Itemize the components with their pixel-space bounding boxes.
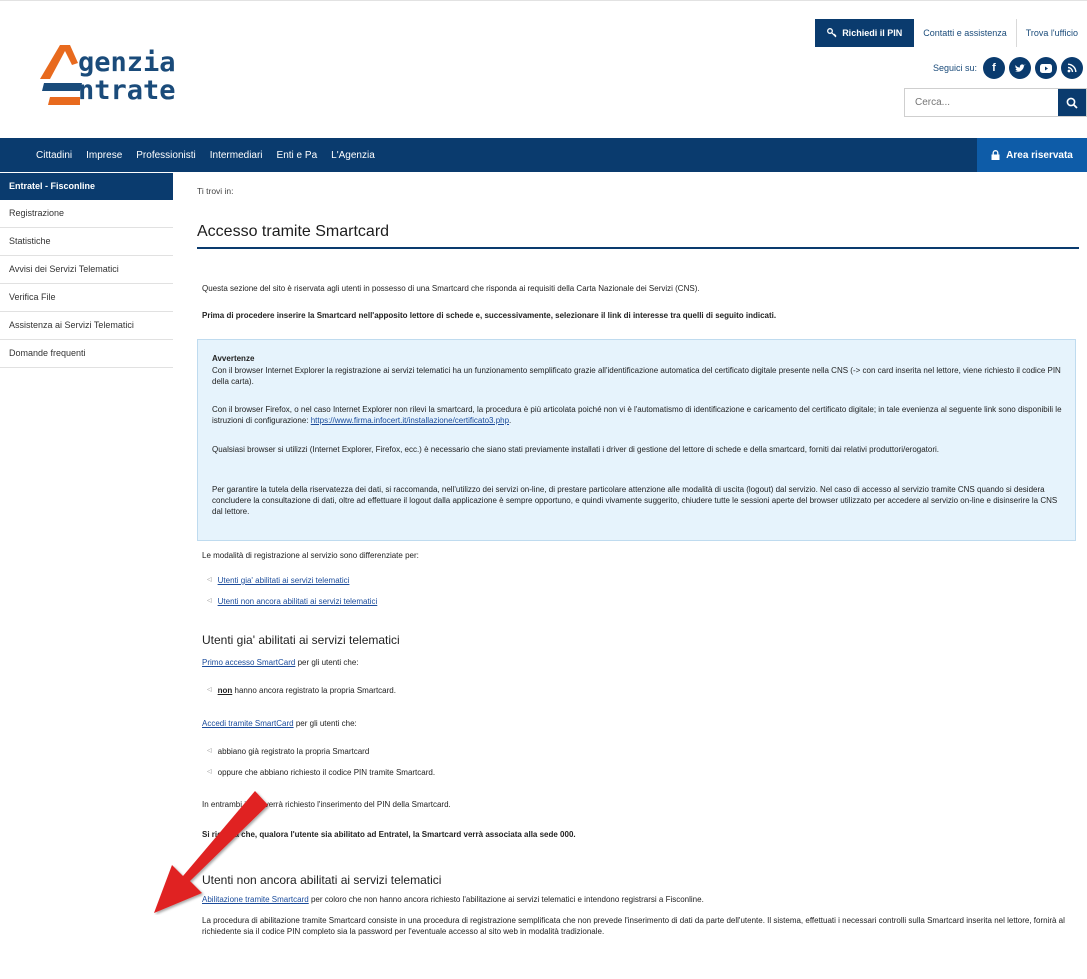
- nav-item-professionisti[interactable]: Professionisti: [136, 150, 195, 161]
- nav-item-agenzia[interactable]: L'Agenzia: [331, 150, 375, 161]
- abilitazione-line: Abilitazione tramite Smartcard per color…: [202, 894, 704, 905]
- agenzia-entrate-logo[interactable]: genzia ntrate: [36, 39, 206, 109]
- page-title: Accesso tramite Smartcard: [197, 223, 390, 240]
- bullet-arrow-icon: ◁: [207, 748, 212, 754]
- warning-paragraph-firefox: Con il browser Firefox, o nel caso Inter…: [212, 405, 1062, 425]
- sidebar-title[interactable]: Entratel - Fisconline: [0, 173, 173, 200]
- certificate-config-link[interactable]: https://www.firma.infocert.it/installazi…: [311, 416, 509, 425]
- sidebar-item-statistiche[interactable]: Statistiche: [0, 228, 173, 256]
- warning-paragraph-logout: Per garantire la tutela della riservatez…: [212, 485, 1058, 516]
- search-box: [904, 88, 1087, 117]
- sidebar-item-avvisi[interactable]: Avvisi dei Servizi Telematici: [0, 256, 173, 284]
- bullet-arrow-icon: ◁: [207, 598, 212, 604]
- nav-item-intermediari[interactable]: Intermediari: [210, 150, 263, 161]
- request-pin-label: Richiedi il PIN: [842, 28, 903, 38]
- lock-icon: [991, 150, 1000, 160]
- page-frame: genzia ntrate Richiedi il PIN Contatti e…: [0, 0, 1087, 979]
- nav-item-cittadini[interactable]: Cittadini: [36, 150, 72, 161]
- twitter-icon[interactable]: [1009, 57, 1031, 79]
- warning-paragraph-ie: Con il browser Internet Explorer la regi…: [212, 366, 1061, 386]
- sidebar-item-verifica-file[interactable]: Verifica File: [0, 284, 173, 312]
- primo-accesso-link[interactable]: Primo accesso SmartCard: [202, 658, 295, 667]
- link-utenti-non-abilitati[interactable]: Utenti non ancora abilitati ai servizi t…: [218, 596, 378, 607]
- warning-paragraph-drivers: Qualsiasi browser si utilizzi (Internet …: [212, 445, 939, 454]
- list-item: ◁ Utenti non ancora abilitati ai servizi…: [207, 596, 377, 607]
- find-office-link[interactable]: Trova l'ufficio: [1016, 19, 1087, 47]
- link-utenti-abilitati[interactable]: Utenti gia' abilitati ai servizi telemat…: [218, 575, 350, 586]
- list-item: ◁ abbiano già registrato la propria Smar…: [207, 746, 369, 757]
- non-bold-word: non: [217, 686, 233, 695]
- request-pin-button[interactable]: Richiedi il PIN: [815, 19, 915, 47]
- modes-intro: Le modalità di registrazione al servizio…: [202, 551, 419, 560]
- bullet-text: oppure che abbiano richiesto il codice P…: [217, 768, 436, 777]
- abilitazione-suffix: per coloro che non hanno ancora richiest…: [310, 895, 704, 904]
- section1-title: Utenti gia' abilitati ai servizi telemat…: [202, 633, 400, 647]
- breadcrumb: Ti trovi in:: [197, 186, 234, 196]
- youtube-icon[interactable]: [1035, 57, 1057, 79]
- top-links: Richiedi il PIN Contatti e assistenza Tr…: [815, 19, 1087, 47]
- nav-item-enti-pa[interactable]: Enti e Pa: [277, 150, 318, 161]
- rss-icon[interactable]: [1061, 57, 1083, 79]
- sidebar-item-domande-frequenti[interactable]: Domande frequenti: [0, 340, 173, 368]
- social-label: Seguici su:: [932, 63, 977, 73]
- logo-text-line1: genzia: [78, 47, 176, 78]
- sidebar-item-assistenza[interactable]: Assistenza ai Servizi Telematici: [0, 312, 173, 340]
- bullet-text: abbiano già registrato la propria Smartc…: [217, 747, 370, 756]
- main-nav: Cittadini Imprese Professionisti Interme…: [0, 138, 1087, 172]
- area-riservata-button[interactable]: Area riservata: [977, 138, 1087, 172]
- bullet-arrow-icon: ◁: [207, 577, 212, 583]
- accedi-smartcard-link[interactable]: Accedi tramite SmartCard: [202, 719, 294, 728]
- accedi-suffix: per gli utenti che:: [295, 719, 357, 728]
- intro-instructions: Prima di procedere inserire la Smartcard…: [202, 311, 777, 320]
- accedi-line: Accedi tramite SmartCard per gli utenti …: [202, 718, 357, 729]
- first-bullet-text: hanno ancora registrato la propria Smart…: [234, 686, 396, 695]
- facebook-icon[interactable]: f: [983, 57, 1005, 79]
- warning-box: Avvertenze Con il browser Internet Explo…: [197, 339, 1076, 541]
- list-item: ◁ Utenti gia' abilitati ai servizi telem…: [207, 575, 349, 586]
- intro-text: Questa sezione del sito è riservata agli…: [202, 284, 700, 293]
- search-input[interactable]: [905, 89, 1058, 116]
- primo-accesso-suffix: per gli utenti che:: [297, 658, 359, 667]
- title-divider: [197, 247, 1079, 249]
- red-annotation-arrow-icon: [154, 791, 268, 913]
- bullet-arrow-icon: ◁: [207, 769, 212, 775]
- site-header: genzia ntrate Richiedi il PIN Contatti e…: [0, 1, 1087, 138]
- warning-title: Avvertenze: [212, 354, 255, 363]
- list-item: ◁ oppure che abbiano richiesto il codice…: [207, 767, 435, 778]
- area-riservata-label: Area riservata: [1006, 149, 1073, 161]
- search-button[interactable]: [1058, 89, 1086, 116]
- primo-accesso-line: Primo accesso SmartCard per gli utenti c…: [202, 657, 359, 668]
- search-icon: [1066, 97, 1078, 109]
- sidebar: Entratel - Fisconline Registrazione Stat…: [0, 173, 173, 368]
- sidebar-item-registrazione[interactable]: Registrazione: [0, 200, 173, 228]
- list-item: ◁ non hanno ancora registrato la propria…: [207, 685, 396, 696]
- contact-link[interactable]: Contatti e assistenza: [914, 19, 1017, 47]
- logo-text-line2: ntrate: [78, 75, 176, 106]
- nav-item-imprese[interactable]: Imprese: [86, 150, 122, 161]
- bullet-arrow-icon: ◁: [207, 687, 212, 693]
- abilitazione-paragraph: La procedura di abilitazione tramite Sma…: [202, 916, 1065, 936]
- social-links: Seguici su: f: [933, 57, 1083, 79]
- key-icon: [827, 28, 837, 38]
